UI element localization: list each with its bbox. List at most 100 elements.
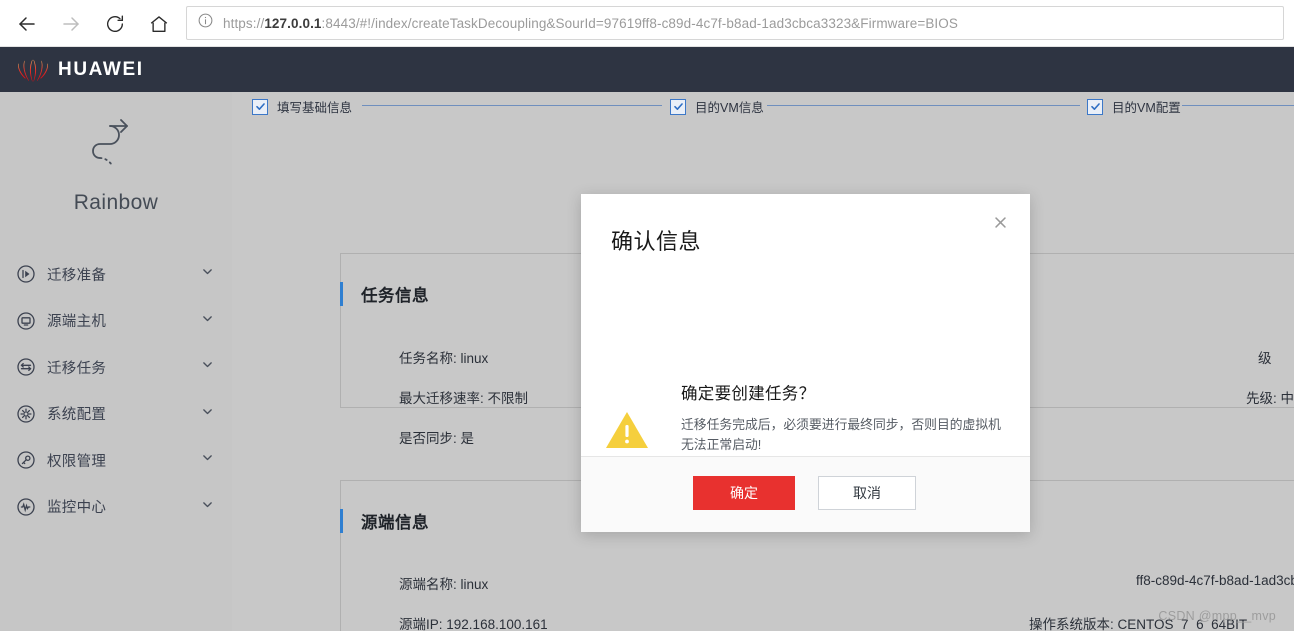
sidebar-item-label: 迁移准备 — [47, 267, 107, 284]
sidebar-item-label: 源端主机 — [47, 314, 107, 331]
monitor-circle-icon — [16, 311, 36, 331]
close-icon[interactable] — [987, 209, 1013, 235]
max-rate-field: 最大迁移速率: 不限制 — [399, 387, 528, 407]
key-circle-icon — [16, 450, 36, 470]
chevron-down-icon[interactable] — [201, 312, 214, 330]
sidebar-item-source-hosts[interactable]: 源端主机 — [0, 298, 232, 345]
sync-value: 是 — [460, 431, 475, 446]
task-priority-label: 先级: — [1246, 391, 1277, 406]
chevron-down-icon[interactable] — [201, 265, 214, 283]
source-name-value: linux — [460, 577, 489, 592]
chevron-down-icon[interactable] — [201, 405, 214, 423]
dialog-header: 确认信息 — [581, 194, 1030, 282]
task-priority-partial-text: 级 — [1258, 351, 1272, 366]
source-ip-label: 源端IP: — [399, 617, 443, 631]
task-name-field: 任务名称: linux — [399, 347, 488, 367]
sidebar-item-system-config[interactable]: 系统配置 — [0, 391, 232, 438]
url-scheme: https:// — [223, 15, 265, 31]
app-header: HUAWEI — [0, 47, 1294, 92]
step-1[interactable]: 填写基础信息 — [252, 97, 352, 116]
card-accent-bar — [340, 509, 343, 533]
step-check-icon — [1087, 98, 1103, 115]
source-name-field: 源端名称: linux — [399, 573, 488, 593]
gear-circle-icon — [16, 404, 36, 424]
chevron-down-icon[interactable] — [201, 498, 214, 516]
task-priority-value: 中 — [1280, 391, 1294, 406]
step-check-icon — [670, 98, 686, 115]
huawei-brand: HUAWEI — [18, 55, 144, 84]
back-button[interactable] — [8, 5, 46, 43]
sidebar-item-label: 权限管理 — [47, 453, 107, 470]
warning-triangle-icon — [605, 410, 649, 450]
step-wizard: 填写基础信息 目的VM信息 目的VM配置 — [232, 92, 1294, 134]
dialog-title: 确认信息 — [611, 229, 702, 254]
watermark: CSDN @mpp__mvp — [1158, 609, 1276, 623]
reload-icon — [104, 13, 126, 35]
source-ip-value: 192.168.100.161 — [446, 617, 548, 631]
site-info-icon[interactable] — [197, 12, 214, 34]
step-connector-1 — [362, 105, 662, 106]
step-label: 目的VM配置 — [1112, 101, 1181, 115]
huawei-flower-logo-icon — [18, 55, 48, 84]
browser-toolbar: https://127.0.0.1:8443/#!/index/createTa… — [0, 0, 1294, 47]
dialog-footer: 确定 取消 — [581, 456, 1030, 532]
source-uuid-partial: ff8-c89d-4c7f-b8ad-1ad3cbca3323 — [1136, 573, 1294, 588]
task-priority-field: 先级: 中 — [1246, 387, 1294, 407]
rainbow-migration-icon — [87, 117, 145, 177]
source-name-label: 源端名称: — [399, 577, 457, 592]
sidebar-item-label: 迁移任务 — [47, 360, 107, 377]
screenshot-root: https://127.0.0.1:8443/#!/index/createTa… — [0, 0, 1294, 631]
home-icon — [148, 13, 170, 35]
chevron-down-icon[interactable] — [201, 358, 214, 376]
url-host: 127.0.0.1 — [264, 15, 322, 31]
max-rate-value: 不限制 — [487, 391, 529, 406]
url-path: :8443/#!/index/createTaskDecoupling&Sour… — [321, 15, 958, 31]
step-3[interactable]: 目的VM配置 — [1087, 97, 1181, 116]
task-priority-partial-label: 级 — [1258, 347, 1272, 367]
product-name: Rainbow — [73, 191, 159, 214]
confirm-button[interactable]: 确定 — [693, 476, 795, 510]
task-info-title: 任务信息 — [361, 287, 429, 305]
sync-field: 是否同步: 是 — [399, 427, 474, 447]
pulse-circle-icon — [16, 497, 36, 517]
task-name-value: linux — [460, 351, 489, 366]
cancel-button[interactable]: 取消 — [818, 476, 916, 510]
transfer-circle-icon — [16, 357, 36, 377]
sidebar-item-label: 监控中心 — [47, 500, 107, 517]
step-connector-2 — [767, 105, 1080, 106]
play-circle-icon — [16, 264, 36, 284]
step-label: 填写基础信息 — [277, 101, 353, 115]
sidebar-item-label: 系统配置 — [47, 407, 107, 424]
sidebar: Rainbow 迁移准备 源端主机 迁移任务 系统配置 权限管理 监控中心 — [0, 92, 232, 631]
sidebar-item-migration-prep[interactable]: 迁移准备 — [0, 251, 232, 298]
sync-label: 是否同步: — [399, 431, 457, 446]
step-connector-3 — [1182, 105, 1294, 106]
home-button[interactable] — [140, 5, 178, 43]
arrow-right-icon — [59, 12, 83, 36]
sidebar-item-permissions[interactable]: 权限管理 — [0, 437, 232, 484]
step-check-icon — [252, 98, 268, 115]
confirm-dialog: 确认信息 确定要创建任务？ 迁移任务完成后，必须要进行最终同步，否则目的虚拟机无… — [581, 194, 1030, 532]
address-bar[interactable]: https://127.0.0.1:8443/#!/index/createTa… — [186, 6, 1284, 40]
huawei-wordmark: HUAWEI — [58, 58, 144, 80]
sidebar-item-migration-tasks[interactable]: 迁移任务 — [0, 344, 232, 391]
sidebar-menu: 迁移准备 源端主机 迁移任务 系统配置 权限管理 监控中心 — [0, 251, 232, 530]
sidebar-item-monitoring[interactable]: 监控中心 — [0, 484, 232, 531]
address-bar-url: https://127.0.0.1:8443/#!/index/createTa… — [223, 16, 958, 31]
source-ip-field: 源端IP: 192.168.100.161 — [399, 613, 548, 631]
source-uuid-partial-text: ff8-c89d-4c7f-b8ad-1ad3cbca3323 — [1136, 573, 1294, 588]
task-name-label: 任务名称: — [399, 351, 457, 366]
forward-button[interactable] — [52, 5, 90, 43]
dialog-description: 迁移任务完成后，必须要进行最终同步，否则目的虚拟机无法正常启动! — [681, 417, 1001, 453]
os-version-label: 操作系统版本: — [1029, 617, 1114, 631]
arrow-left-icon — [15, 12, 39, 36]
source-info-title: 源端信息 — [361, 514, 429, 532]
web-app: HUAWEI Rainbow 迁移准备 源端主机 迁移任务 系统配置 权限管理 … — [0, 47, 1294, 631]
reload-button[interactable] — [96, 5, 134, 43]
step-2[interactable]: 目的VM信息 — [670, 97, 764, 116]
dialog-body: 确定要创建任务？ 迁移任务完成后，必须要进行最终同步，否则目的虚拟机无法正常启动… — [581, 282, 1030, 514]
step-label: 目的VM信息 — [695, 101, 764, 115]
chevron-down-icon[interactable] — [201, 451, 214, 469]
max-rate-label: 最大迁移速率: — [399, 391, 484, 406]
card-accent-bar — [340, 282, 343, 306]
